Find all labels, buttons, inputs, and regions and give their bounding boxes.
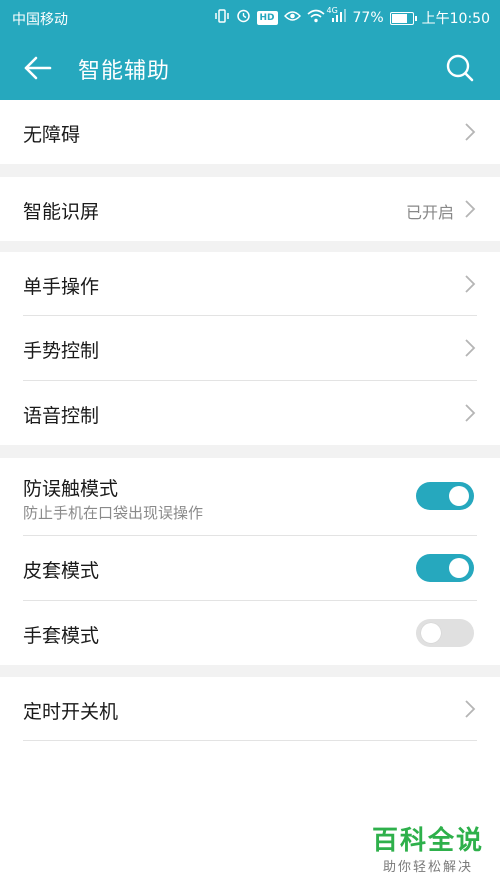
settings-group-controls: 单手操作 手势控制 语音控制: [0, 252, 500, 445]
eye-icon: [283, 10, 301, 27]
row-cover-mode[interactable]: 皮套模式: [0, 536, 500, 601]
row-label: 手势控制: [23, 340, 100, 362]
carrier-name: 中国移动: [12, 12, 68, 28]
cover-mode-toggle[interactable]: [416, 554, 474, 582]
settings-group-screen-recognition: 智能识屏 已开启: [0, 177, 500, 241]
row-gesture-control[interactable]: 手势控制: [0, 316, 500, 381]
row-accessibility[interactable]: 无障碍: [0, 100, 500, 164]
row-accidental-touch-mode[interactable]: 防误触模式 防止手机在口袋出现误操作: [0, 458, 500, 536]
row-label: 无障碍: [23, 124, 81, 146]
row-label: 手套模式: [23, 625, 100, 647]
status-time: 上午10:50: [421, 11, 490, 27]
page-title: 智能辅助: [78, 59, 171, 84]
hd-icon: HD: [256, 11, 278, 25]
glove-mode-toggle[interactable]: [416, 619, 474, 647]
row-label: 单手操作: [23, 276, 100, 298]
watermark: 百科全说 助你轻松解决: [372, 826, 484, 875]
row-value: 已开启: [405, 203, 454, 222]
row-label: 智能识屏: [23, 201, 100, 223]
row-subtitle: 防止手机在口袋出现误操作: [23, 504, 204, 522]
row-label: 皮套模式: [23, 560, 100, 582]
chevron-right-icon: [465, 339, 476, 357]
accidental-touch-toggle[interactable]: [416, 482, 474, 510]
chevron-right-icon: [465, 275, 476, 293]
settings-group-modes: 防误触模式 防止手机在口袋出现误操作 皮套模式 手套模式: [0, 458, 500, 665]
chevron-right-icon: [465, 404, 476, 422]
search-icon[interactable]: [444, 52, 476, 84]
toggle-knob: [449, 486, 469, 506]
vibrate-icon: [214, 8, 230, 28]
watermark-title: 百科全说: [371, 826, 484, 856]
chevron-right-icon: [465, 700, 476, 718]
network-type: 4G: [326, 6, 338, 15]
toggle-knob: [449, 558, 469, 578]
app-bar: 智能辅助: [0, 36, 500, 100]
row-smart-screen-recognition[interactable]: 智能识屏 已开启: [0, 177, 500, 241]
status-icons: HD 4G 77% 上午10:50: [214, 6, 490, 28]
arrow-left-icon[interactable]: [22, 53, 54, 83]
watermark-subtitle: 助你轻松解决: [382, 860, 473, 875]
battery-icon: [389, 11, 417, 25]
chevron-right-icon: [465, 123, 476, 141]
signal-icon: 4G: [327, 6, 347, 27]
toggle-knob: [421, 623, 441, 643]
settings-group-accessibility: 无障碍: [0, 100, 500, 164]
status-bar: 中国移动 HD 4G 77% 上午10:50: [0, 0, 500, 36]
row-scheduled-power[interactable]: 定时开关机: [0, 677, 500, 741]
row-voice-control[interactable]: 语音控制: [0, 381, 500, 445]
row-glove-mode[interactable]: 手套模式: [0, 601, 500, 665]
row-label: 定时开关机: [23, 701, 119, 723]
row-label: 语音控制: [23, 405, 100, 427]
row-one-hand-mode[interactable]: 单手操作: [0, 252, 500, 316]
row-label: 防误触模式: [23, 478, 119, 500]
chevron-right-icon: [465, 200, 476, 218]
battery-percent: 77%: [352, 10, 384, 26]
wifi-icon: [306, 9, 325, 28]
divider: [23, 740, 477, 741]
alarm-icon: [236, 8, 251, 28]
